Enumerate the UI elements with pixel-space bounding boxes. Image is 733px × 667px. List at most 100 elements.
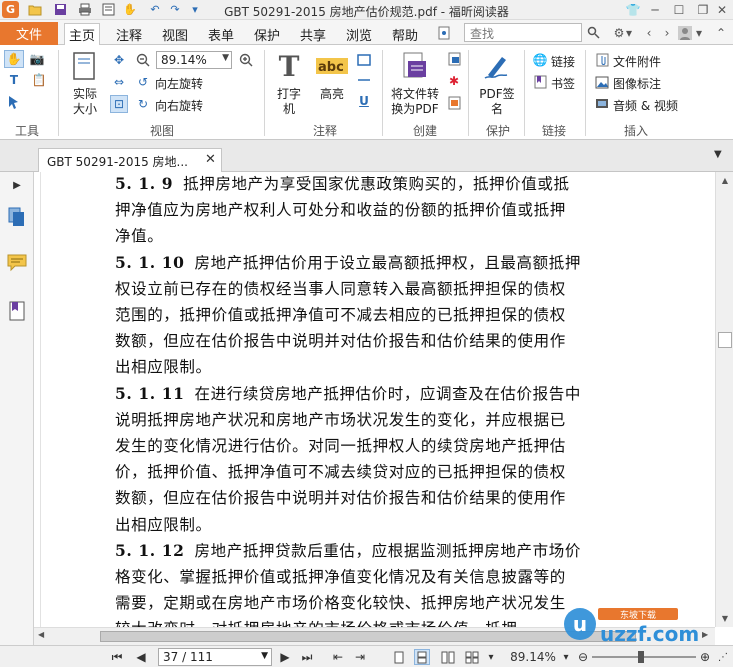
highlight-icon[interactable]: abc [315,53,349,79]
highlight-button[interactable]: 高亮 [313,87,351,102]
continuous-view-icon[interactable] [414,649,430,665]
create-from-clipboard-icon[interactable]: ✱ [446,73,462,89]
tab-share[interactable]: 共享 [296,23,330,45]
close-window-button[interactable]: ✕ [713,1,731,18]
zoom-menu-dropdown-icon[interactable]: ▾ [560,649,572,665]
expand-panel-icon[interactable]: ▶ [6,174,28,196]
close-tab-icon[interactable]: ✕ [205,152,216,167]
link-icon[interactable]: 🌐 [532,52,548,68]
tab-browse[interactable]: 浏览 [342,23,376,45]
vertical-scrollbar[interactable]: ▲ ▼ [715,172,733,627]
zoom-select[interactable]: 89.14% ▼ [156,51,232,69]
rotate-right-icon[interactable]: ↻ [134,95,152,113]
pdf-sign-button[interactable]: PDF签名 [478,87,516,117]
restore-button[interactable]: ❐ [694,1,712,18]
fit-visible-icon[interactable]: ⊡ [110,95,128,113]
comments-panel-icon[interactable] [6,252,28,274]
zoom-in-icon[interactable] [237,51,255,69]
bookmark-button[interactable]: 书签 [551,75,575,92]
file-attachment-icon[interactable] [594,52,610,68]
tab-protect[interactable]: 保护 [250,23,284,45]
rotate-left-button[interactable]: 向左旋转 [155,75,203,92]
zoom-slider[interactable] [592,656,696,658]
fit-page-icon[interactable]: ✥ [110,51,128,69]
next-page-icon[interactable]: ▶ [278,649,292,665]
select-annotation-icon[interactable] [4,93,24,111]
horizontal-scroll-thumb[interactable] [100,631,636,642]
user-avatar-icon[interactable] [676,23,694,42]
tell-me-icon[interactable] [436,24,452,41]
tab-help[interactable]: 帮助 [388,23,422,45]
first-page-icon[interactable]: ⏮ [110,649,124,665]
create-blank-icon[interactable] [446,51,462,67]
snapshot-icon[interactable]: 📷 [28,50,46,68]
search-input[interactable]: 查找 [464,23,582,42]
page-dropdown-icon[interactable]: ▼ [261,651,268,661]
create-from-scanner-icon[interactable] [446,95,462,111]
tab-file[interactable]: 文件 [0,22,58,45]
scroll-up-icon[interactable]: ▲ [716,172,733,188]
previous-page-icon[interactable]: ◀ [134,649,148,665]
actual-size-button[interactable]: 实际大小 [68,87,102,117]
zoom-dropdown-icon[interactable]: ▼ [222,53,229,63]
zoom-out-icon[interactable] [134,51,152,69]
actual-size-icon[interactable] [70,50,98,82]
strikeout-icon[interactable] [356,73,372,87]
next-view-icon[interactable]: ⇥ [352,649,368,665]
document-viewport[interactable]: 5. 1. 9 抵押房地产为享受国家优惠政策购买的，抵押价值或抵 押净值应为房地产权… [34,172,715,627]
document-tab[interactable]: GBT 50291-2015 房地... [38,148,222,172]
shape-rectangle-icon[interactable] [356,53,372,67]
single-page-view-icon[interactable] [392,649,406,665]
nav-back-icon[interactable]: ‹ [640,23,658,42]
view-dropdown-icon[interactable]: ▾ [484,649,498,665]
tab-list-dropdown-icon[interactable]: ▼ [714,149,722,160]
tab-form[interactable]: 表单 [204,23,238,45]
typewriter-button[interactable]: 打字机 [273,87,305,117]
status-bar-resize-grip[interactable]: ⋰ [716,649,730,665]
page-number-field[interactable]: 37 / 111 ▼ [158,648,272,666]
typewriter-icon[interactable]: T [273,50,305,83]
facing-view-icon[interactable] [440,649,456,665]
fit-width-icon[interactable]: ⇔ [110,73,128,91]
continuous-facing-view-icon[interactable] [464,649,480,665]
status-zoom-out-icon[interactable]: ⊖ [576,649,590,665]
select-text-icon[interactable]: T [4,71,24,89]
user-dropdown-icon[interactable]: ▾ [694,23,704,42]
pages-thumbnail-icon[interactable] [6,206,28,228]
settings-dropdown-icon[interactable]: ▾ [624,23,634,42]
maximize-button[interactable]: ☐ [670,1,688,18]
rotate-right-button[interactable]: 向右旋转 [155,97,203,114]
vertical-scroll-thumb[interactable] [718,332,732,348]
rotate-left-icon[interactable]: ↺ [134,73,152,91]
tab-home[interactable]: 主页 [64,23,101,46]
scroll-left-icon[interactable]: ◀ [38,630,44,639]
link-button[interactable]: 链接 [551,53,575,70]
clipboard-icon[interactable]: 📋 [28,71,50,89]
tab-view[interactable]: 视图 [158,23,192,45]
previous-view-icon[interactable]: ⇤ [330,649,346,665]
convert-to-pdf-button[interactable]: 将文件转换为PDF [388,87,442,117]
file-attachment-button[interactable]: 文件附件 [613,53,661,70]
status-zoom-in-icon[interactable]: ⊕ [698,649,712,665]
audio-video-icon[interactable] [594,95,610,111]
skin-icon[interactable]: 👕 [624,1,642,18]
zoom-slider-knob[interactable] [638,651,644,663]
bookmarks-panel-icon[interactable] [6,300,28,322]
minimize-button[interactable]: ─ [646,1,664,18]
bookmark-icon[interactable] [532,74,548,90]
last-page-icon[interactable]: ⏭ [300,649,314,665]
status-zoom-value[interactable]: 89.14% [506,649,560,665]
clause-text: 出相应限制。 [115,358,212,377]
underline-icon[interactable]: U [356,93,372,109]
image-annotation-icon[interactable] [594,74,610,90]
tab-comment[interactable]: 注释 [112,23,146,45]
audio-video-button[interactable]: 音频 & 视频 [613,97,678,114]
convert-to-pdf-icon[interactable] [400,50,430,82]
pdf-sign-icon[interactable] [480,50,514,82]
nav-forward-icon[interactable]: › [658,23,676,42]
svg-text:u: u [573,612,587,636]
search-icon[interactable] [584,23,602,42]
image-annotation-button[interactable]: 图像标注 [613,75,661,92]
hand-tool-button[interactable]: ✋ [4,50,24,68]
collapse-ribbon-icon[interactable]: ⌃ [712,23,730,42]
